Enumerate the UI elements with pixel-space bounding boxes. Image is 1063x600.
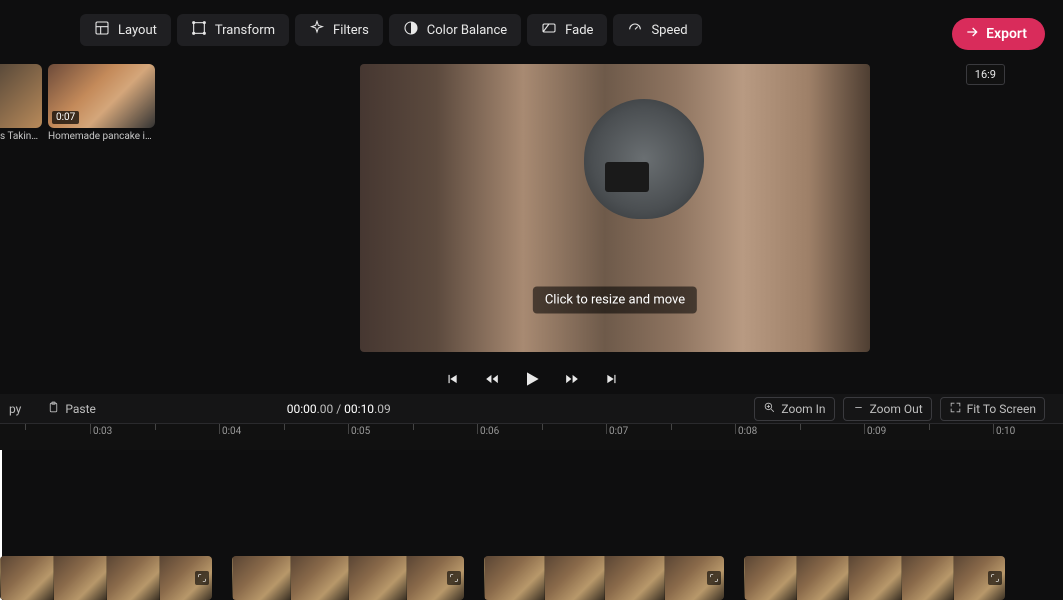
timeline-track[interactable] [0,450,1063,600]
filters-icon [309,20,325,40]
paste-button[interactable]: Paste [38,397,105,421]
expand-clip-icon[interactable] [447,571,461,585]
transform-button[interactable]: Transform [177,14,289,46]
clip-title: s Taking… [0,131,42,142]
skip-start-button[interactable] [441,368,463,390]
clip-duration: 0:07 [52,111,79,124]
color-balance-icon [403,20,419,40]
clip-row [0,556,1063,600]
color-balance-label: Color Balance [427,23,507,38]
ruler-label: 0:08 [738,426,757,437]
expand-clip-icon[interactable] [707,571,721,585]
media-bin: s Taking… 0:07 Homemade pancake in … [0,64,175,356]
zoom-in-button[interactable]: Zoom In [754,397,834,421]
clip-title: Homemade pancake in … [48,131,155,142]
layout-icon [94,20,110,40]
fade-icon [541,20,557,40]
filters-label: Filters [333,23,369,38]
zoom-out-icon [852,401,865,417]
timecode-display: 00:00.00 / 00:10.09 [287,402,391,416]
speed-label: Speed [651,23,687,38]
ruler-label: 0:04 [222,426,241,437]
ruler-label: 0:03 [93,426,112,437]
media-clip[interactable]: 0:07 Homemade pancake in … [48,64,155,356]
media-clip[interactable]: s Taking… [0,64,42,356]
zoom-out-button[interactable]: Zoom Out [843,397,932,421]
timeline-clip[interactable] [0,556,212,600]
layout-label: Layout [118,23,157,38]
preview-container: Click to resize and move 16:9 [185,64,1045,356]
transform-icon [191,20,207,40]
ruler-label: 0:07 [609,426,628,437]
transform-label: Transform [215,23,275,38]
filters-button[interactable]: Filters [295,14,383,46]
export-icon [964,24,980,44]
copy-button[interactable]: py [0,397,30,421]
play-button[interactable] [521,368,543,390]
timeline-ruler[interactable]: 0:03 0:04 0:05 0:06 0:07 0:08 0:09 0:10 [0,424,1063,450]
editor-toolbar: Layout Transform Filters Color Balance F… [0,0,1063,56]
export-label: Export [986,26,1027,42]
zoom-in-icon [763,401,776,417]
color-balance-button[interactable]: Color Balance [389,14,521,46]
layout-button[interactable]: Layout [80,14,171,46]
speed-button[interactable]: Speed [613,14,701,46]
clip-thumbnail [0,64,42,128]
skip-end-button[interactable] [601,368,623,390]
clip-thumbnail: 0:07 [48,64,155,128]
aspect-ratio-chip[interactable]: 16:9 [966,64,1005,85]
paste-icon [47,401,60,417]
fit-icon [949,401,962,417]
ruler-label: 0:09 [867,426,886,437]
timeline-header: py Paste 00:00.00 / 00:10.09 Zoom In Zoo… [0,394,1063,424]
transport-controls [0,364,1063,394]
video-preview[interactable]: Click to resize and move [360,64,870,352]
ruler-label: 0:06 [480,426,499,437]
main-area: s Taking… 0:07 Homemade pancake in … Cli… [0,56,1063,356]
expand-clip-icon[interactable] [195,571,209,585]
speed-icon [627,20,643,40]
fade-label: Fade [565,23,593,38]
export-button[interactable]: Export [952,18,1045,50]
timeline-clip[interactable] [232,556,464,600]
ruler-label: 0:05 [351,426,370,437]
timeline-clip[interactable] [744,556,1005,600]
ruler-label: 0:10 [996,426,1015,437]
fade-button[interactable]: Fade [527,14,607,46]
expand-clip-icon[interactable] [988,571,1002,585]
preview-hint: Click to resize and move [533,287,697,314]
timeline-clip[interactable] [484,556,724,600]
rewind-button[interactable] [481,368,503,390]
forward-button[interactable] [561,368,583,390]
fit-to-screen-button[interactable]: Fit To Screen [940,397,1045,421]
